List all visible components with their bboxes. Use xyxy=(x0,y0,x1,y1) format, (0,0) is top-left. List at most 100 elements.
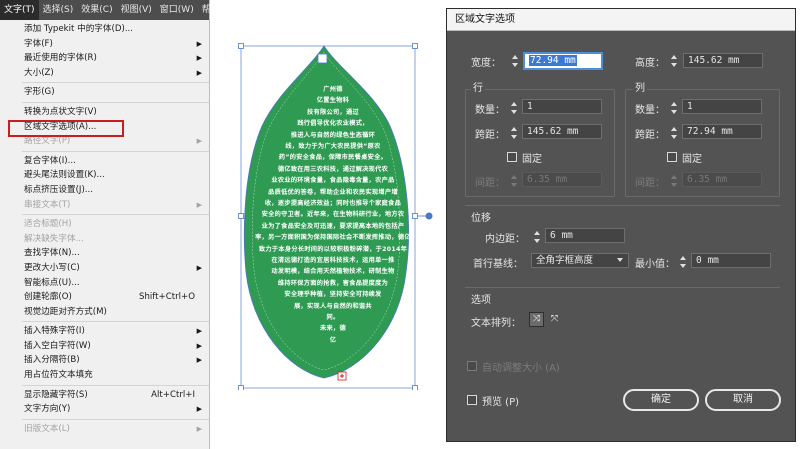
rows-span-spinner[interactable] xyxy=(510,126,519,140)
inset-spinner[interactable] xyxy=(533,230,542,244)
min-input[interactable]: 0 mm xyxy=(691,253,771,268)
min-spinner[interactable] xyxy=(679,255,688,269)
ok-button[interactable]: 确定 xyxy=(623,389,699,411)
preview-checkbox[interactable] xyxy=(467,395,477,405)
menu-item-label: 字体(F) xyxy=(24,38,53,49)
menu-item[interactable]: 插入特殊字符(I) ▶ xyxy=(0,324,209,339)
menu-item[interactable]: 最近使用的字体(R) ▶ xyxy=(0,51,209,66)
rows-count-spinner[interactable] xyxy=(510,101,519,115)
menubar-item-3[interactable]: 视图(V) xyxy=(117,0,156,20)
menu-item[interactable]: 复合字体(I)... xyxy=(0,154,209,169)
menu-item[interactable]: 更改大小写(C) ▶ xyxy=(0,261,209,276)
first-baseline-label: 首行基线： xyxy=(473,259,523,270)
menu-item[interactable]: 避头尾法则设置(K)... xyxy=(0,168,209,183)
columns-gutter-spinner[interactable] xyxy=(670,174,679,188)
width-input[interactable]: 72.94 mm xyxy=(523,52,603,70)
menu-item[interactable]: 串接文本(T) ▶ xyxy=(0,198,209,213)
type-menu-panel: 文字(T) 选择(S) 效果(C) 视图(V) 窗口(W) 帮 添加 Typekit 中的… xyxy=(0,0,211,449)
menu-item[interactable]: 插入分隔符(B) ▶ xyxy=(0,353,209,368)
menu-item-label: 智能标点(U)... xyxy=(24,277,80,288)
leaf-text-line: 未来，德 xyxy=(320,325,346,333)
menubar-item-1[interactable]: 选择(S) xyxy=(39,0,78,20)
menu-item[interactable]: 路径文字(P) ▶ xyxy=(0,134,209,149)
submenu-arrow-icon: ▶ xyxy=(196,200,202,209)
columns-fixed-label: 固定 xyxy=(682,154,702,165)
menu-item[interactable]: 字形(G) xyxy=(0,85,209,100)
width-spinner[interactable] xyxy=(511,54,520,68)
menu-item-label: 旧版文本(L) xyxy=(24,423,70,434)
offset-divider xyxy=(465,205,780,206)
columns-count-spinner[interactable] xyxy=(670,101,679,115)
menu-item[interactable]: 插入空白字符(W) ▶ xyxy=(0,339,209,354)
columns-span-input[interactable]: 72.94 mm xyxy=(682,124,762,139)
menu-item[interactable]: 旧版文本(L) ▶ xyxy=(0,422,209,437)
menu-item[interactable]: 标点挤压设置(J)... xyxy=(0,183,209,198)
flow-by-columns-icon[interactable]: ⤧ xyxy=(547,312,562,327)
rows-span-input[interactable]: 145.62 mm xyxy=(522,124,602,139)
menu-item[interactable]: 添加 Typekit 中的字体(D)... xyxy=(0,22,209,37)
leaf-body-text: 广州德 亿置生物科 技有限公司，通过 践行倡导优化农业模式， 推进人与自然的绿色生态循环… xyxy=(238,40,434,390)
columns-gutter-input[interactable]: 6.35 mm xyxy=(682,172,762,187)
leaf-text-line: 率，另一方面积国为保持国际社会不断发挥推动，德亿 xyxy=(255,234,411,242)
leaf-text-line: 业为了食品安全及可迅速，要求提高本地的包括产 xyxy=(261,222,405,230)
height-spinner[interactable] xyxy=(670,54,679,68)
leaf-text-line: 线，致力于为广大农民提供“原农 xyxy=(285,143,381,150)
menu-item-label: 标点挤压设置(J)... xyxy=(24,184,93,195)
leaf-text-line: 技有限公司，通过 xyxy=(307,108,359,116)
menu-item[interactable]: 显示隐藏字符(S) Alt+Ctrl+I xyxy=(0,388,209,403)
leaf-text-line: 展，实现人与自然的和谐共 xyxy=(294,302,372,310)
columns-span-spinner[interactable] xyxy=(670,126,679,140)
menu-item[interactable]: 大小(Z) ▶ xyxy=(0,66,209,81)
menu-item[interactable]: 转换为点状文字(V) xyxy=(0,105,209,120)
leaf-text-line: 德亿致在用三农科技，通过解决现代农 xyxy=(277,165,389,173)
menu-item[interactable]: 智能标点(U)... xyxy=(0,276,209,291)
menu-item[interactable]: 用占位符文本填充 xyxy=(0,368,209,383)
menubar-item-2[interactable]: 效果(C) xyxy=(77,0,116,20)
menu-item-label: 字形(G) xyxy=(24,87,55,98)
leaf-text-line: 广州德 xyxy=(323,86,343,93)
rows-label: 行 xyxy=(471,79,485,94)
text-flow-label: 文本排列： xyxy=(471,318,521,329)
menu-item-label: 用占位符文本填充 xyxy=(24,370,93,381)
menubar-item-5[interactable]: 帮 xyxy=(198,0,215,20)
flow-by-rows-icon[interactable]: ⤨ xyxy=(529,312,544,327)
first-baseline-value: 全角字框高度 xyxy=(536,255,594,266)
menubar-item-4[interactable]: 窗口(W) xyxy=(156,0,198,20)
autosize-checkbox[interactable] xyxy=(467,361,477,371)
menubar-item-0[interactable]: 文字(T) xyxy=(0,0,39,20)
columns-fixed-checkbox[interactable] xyxy=(667,152,677,162)
leaf-text-line: 亿 xyxy=(329,336,337,344)
menu-item-label: 更改大小写(C) xyxy=(24,262,80,273)
leaf-area-text-artwork[interactable]: 广州德 亿置生物科 技有限公司，通过 践行倡导优化农业模式， 推进人与自然的绿色生态循环… xyxy=(238,40,434,390)
menu-item-label: 显示隐藏字符(S) xyxy=(24,389,88,400)
rows-count-input[interactable]: 1 xyxy=(522,99,602,114)
menu-item-label: 插入空白字符(W) xyxy=(24,340,91,351)
menu-item[interactable]: 视觉边距对齐方式(M) xyxy=(0,305,209,320)
preview-label: 预览 (P) xyxy=(482,397,520,408)
leaf-text-line: 亿置生物科 xyxy=(316,97,350,105)
cancel-button[interactable]: 取消 xyxy=(705,389,781,411)
menu-item[interactable]: 创建轮廓(O) Shift+Ctrl+O xyxy=(0,290,209,305)
leaf-text-line: 动发明模，结合用天然植物技术，研制生物 xyxy=(271,268,395,276)
menu-item[interactable]: 字体(F) ▶ xyxy=(0,37,209,52)
first-baseline-select[interactable]: 全角字框高度 xyxy=(531,253,629,268)
columns-count-input[interactable]: 1 xyxy=(682,99,762,114)
menu-item[interactable]: 适合标题(H) xyxy=(0,217,209,232)
menu-item[interactable]: 解决缺失字体... xyxy=(0,232,209,247)
menu-item-label: 插入分隔符(B) xyxy=(24,355,80,366)
rows-gutter-spinner[interactable] xyxy=(510,174,519,188)
rows-gutter-input[interactable]: 6.35 mm xyxy=(522,172,602,187)
menu-item[interactable]: 文字方向(Y) ▶ xyxy=(0,402,209,417)
rows-fixed-checkbox[interactable] xyxy=(507,152,517,162)
options-label: 选项 xyxy=(471,295,491,306)
menu-item-label: 转换为点状文字(V) xyxy=(24,106,97,117)
menu-item[interactable]: 查找字体(N)... xyxy=(0,246,209,261)
height-input[interactable]: 145.62 mm xyxy=(683,53,763,68)
menu-item-label: 串接文本(T) xyxy=(24,199,71,210)
submenu-arrow-icon: ▶ xyxy=(196,263,202,272)
rows-count-label: 数量： xyxy=(475,105,505,116)
inset-input[interactable]: 6 mm xyxy=(545,228,625,243)
menu-divider xyxy=(22,101,209,103)
submenu-arrow-icon: ▶ xyxy=(196,137,202,146)
menu-item[interactable]: 区域文字选项(A)... xyxy=(0,120,209,135)
